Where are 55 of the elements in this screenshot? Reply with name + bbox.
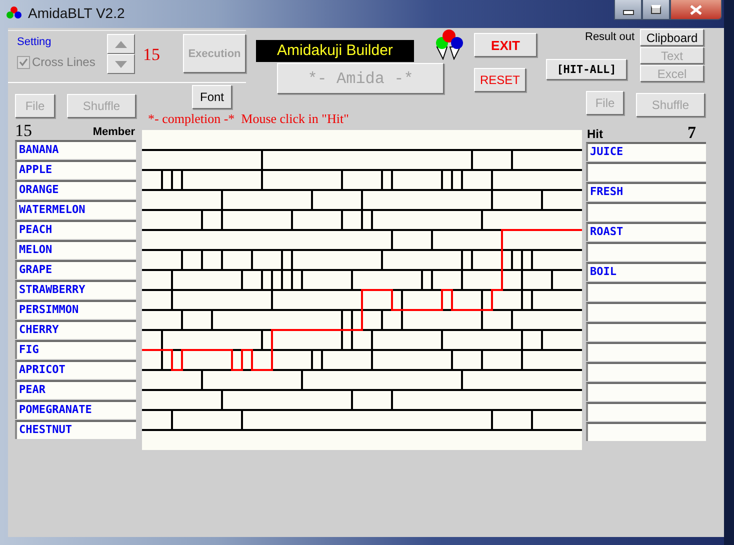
minimize-button[interactable]: [614, 0, 642, 20]
member-field[interactable]: PEAR: [15, 380, 136, 399]
window-title: AmidaBLT V2.2: [28, 5, 125, 21]
hit-field[interactable]: [586, 382, 706, 401]
hit-field[interactable]: [586, 362, 706, 381]
cross-lines-label: Cross Lines: [32, 55, 96, 69]
spin-up-button[interactable]: [107, 34, 135, 54]
member-field[interactable]: CHERRY: [15, 320, 136, 339]
member-field[interactable]: CHESTNUT: [15, 420, 136, 439]
member-field[interactable]: POMEGRANATE: [15, 400, 136, 419]
hit-field[interactable]: [586, 162, 706, 181]
member-field[interactable]: WATERMELON: [15, 200, 136, 219]
spin-down-button[interactable]: [107, 54, 135, 74]
member-field[interactable]: FIG: [15, 340, 136, 359]
setting-label: Setting: [17, 36, 52, 48]
cross-lines-count: 15: [142, 45, 161, 65]
hit-count: 7: [688, 124, 696, 141]
hit-field[interactable]: [586, 242, 706, 261]
hit-field[interactable]: BOIL: [586, 262, 706, 281]
hit-field[interactable]: [586, 282, 706, 301]
reset-button[interactable]: RESET: [474, 68, 526, 92]
hit-field[interactable]: [586, 302, 706, 321]
hit-field[interactable]: [586, 422, 706, 441]
member-field[interactable]: PEACH: [15, 220, 136, 239]
member-field[interactable]: GRAPE: [15, 260, 136, 279]
member-field[interactable]: STRAWBERRY: [15, 280, 136, 299]
output-button[interactable]: Clipboard: [640, 29, 704, 46]
member-field[interactable]: APRICOT: [15, 360, 136, 379]
font-button[interactable]: Font: [192, 85, 232, 109]
hit-field[interactable]: [586, 342, 706, 361]
triangle-up-icon: [115, 40, 127, 48]
member-count: 15: [15, 122, 32, 139]
hit-all-button[interactable]: [HIT-ALL]: [546, 59, 627, 80]
member-field[interactable]: PERSIMMON: [15, 300, 136, 319]
hit-field[interactable]: FRESH: [586, 182, 706, 201]
hit-heading: Hit: [587, 128, 603, 141]
member-field[interactable]: MELON: [15, 240, 136, 259]
hit-field[interactable]: JUICE: [586, 142, 706, 161]
exit-button[interactable]: EXIT: [474, 33, 537, 57]
maximize-button[interactable]: [642, 0, 670, 20]
status-message: *- completion -* Mouse click in "Hit": [148, 111, 350, 126]
hit-field[interactable]: [586, 402, 706, 421]
close-button[interactable]: [670, 0, 722, 20]
balloons-icon: [434, 29, 466, 60]
member-field[interactable]: APPLE: [15, 160, 136, 179]
hit-field[interactable]: ROAST: [586, 222, 706, 241]
close-icon: [690, 4, 702, 14]
hit-field[interactable]: [586, 202, 706, 221]
app-title-banner: Amidakuji Builder: [256, 40, 414, 62]
hit-field[interactable]: [586, 322, 706, 341]
member-field[interactable]: ORANGE: [15, 180, 136, 199]
result-output-label: Result out: [585, 31, 636, 43]
triangle-down-icon: [115, 60, 127, 68]
member-field[interactable]: BANANA: [15, 140, 136, 159]
member-heading: Member: [92, 126, 135, 139]
